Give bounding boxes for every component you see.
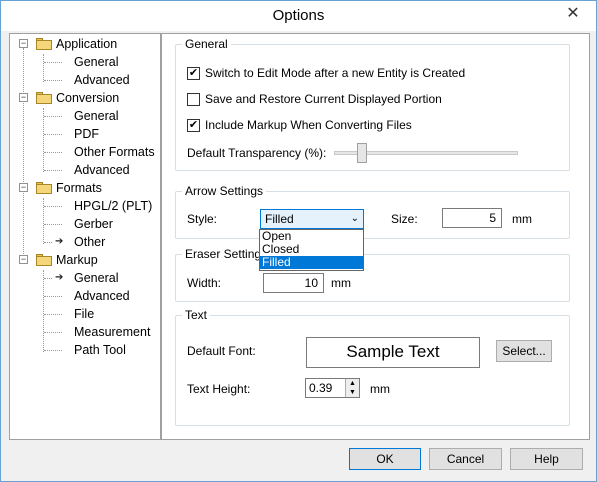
include-markup-checkbox[interactable]: ✔ bbox=[187, 119, 200, 132]
edit-mode-label: Switch to Edit Mode after a new Entity i… bbox=[205, 66, 466, 80]
save-restore-checkbox[interactable] bbox=[187, 93, 200, 106]
style-option-filled[interactable]: Filled bbox=[260, 256, 363, 269]
select-font-button[interactable]: Select... bbox=[496, 340, 552, 362]
tree-item-markup-measurement[interactable]: Measurement bbox=[74, 323, 150, 341]
tree-label: Application bbox=[56, 37, 118, 51]
folder-icon bbox=[36, 38, 52, 50]
save-restore-label: Save and Restore Current Displayed Porti… bbox=[205, 92, 442, 106]
tree-item-application-general[interactable]: General bbox=[74, 53, 118, 71]
tree-item-markup-advanced[interactable]: Advanced bbox=[74, 287, 130, 305]
tree-label: Conversion bbox=[56, 91, 120, 105]
size-label: Size: bbox=[391, 212, 418, 226]
text-height-unit: mm bbox=[370, 382, 390, 396]
options-dialog: Options ✕ − Application General Advanced… bbox=[0, 0, 597, 482]
style-select[interactable]: Filled ⌄ bbox=[260, 209, 364, 229]
arrow-settings-group: Arrow Settings Style: Filled ⌄ Size: 5 m… bbox=[175, 184, 570, 239]
tree-item-formats-gerber[interactable]: Gerber bbox=[74, 215, 113, 233]
tree-item-conversion-advanced[interactable]: Advanced bbox=[74, 161, 130, 179]
width-label: Width: bbox=[187, 276, 222, 290]
text-height-value: 0.39 bbox=[309, 381, 333, 395]
tree-item-application-advanced[interactable]: Advanced bbox=[74, 71, 130, 89]
tree-item-formats-other[interactable]: Other bbox=[74, 233, 105, 251]
tree-item-markup-file[interactable]: File bbox=[74, 305, 94, 323]
eraser-width-input[interactable]: 10 bbox=[263, 273, 324, 293]
tree-item-conversion-general[interactable]: General bbox=[74, 107, 118, 125]
tree-item-formats[interactable]: − Formats bbox=[18, 179, 158, 197]
group-title: Eraser Settings bbox=[182, 247, 271, 261]
arrow-right-icon: ➔ bbox=[55, 272, 64, 283]
group-title: Text bbox=[182, 308, 211, 322]
dialog-footer: OK Cancel Help bbox=[1, 442, 596, 481]
style-select-value: Filled bbox=[265, 212, 294, 226]
edit-mode-checkbox[interactable]: ✔ bbox=[187, 67, 200, 80]
text-height-label: Text Height: bbox=[187, 382, 251, 396]
text-settings-group: Text Default Font: Sample Text Select...… bbox=[175, 308, 570, 426]
collapse-icon[interactable]: − bbox=[19, 183, 28, 192]
options-tree: − Application General Advanced − Convers… bbox=[9, 33, 161, 440]
style-label: Style: bbox=[187, 212, 218, 226]
tree-item-conversion-pdf[interactable]: PDF bbox=[74, 125, 99, 143]
width-unit: mm bbox=[331, 276, 351, 290]
default-font-label: Default Font: bbox=[187, 344, 256, 358]
spin-down-icon[interactable]: ▼ bbox=[345, 388, 359, 397]
font-sample: Sample Text bbox=[306, 337, 480, 368]
folder-icon bbox=[36, 92, 52, 104]
tree-item-markup-path-tool[interactable]: Path Tool bbox=[74, 341, 126, 359]
collapse-icon[interactable]: − bbox=[19, 39, 28, 48]
tree-item-markup[interactable]: − Markup bbox=[18, 251, 158, 269]
tree-item-markup-general[interactable]: General bbox=[74, 269, 118, 287]
tree-item-conversion-other-formats[interactable]: Other Formats bbox=[74, 143, 155, 161]
include-markup-label: Include Markup When Converting Files bbox=[205, 118, 412, 132]
transparency-slider-thumb[interactable] bbox=[357, 143, 367, 163]
style-dropdown-list: Open Closed Filled bbox=[259, 229, 364, 271]
tree-item-formats-hpgl[interactable]: HPGL/2 (PLT) bbox=[74, 197, 152, 215]
arrow-size-input[interactable]: 5 bbox=[442, 208, 502, 228]
folder-icon bbox=[36, 182, 52, 194]
collapse-icon[interactable]: − bbox=[19, 93, 28, 102]
transparency-label: Default Transparency (%): bbox=[187, 146, 327, 160]
tree-item-application[interactable]: − Application bbox=[18, 35, 158, 53]
size-unit: mm bbox=[512, 212, 532, 226]
folder-icon bbox=[36, 254, 52, 266]
tree-item-conversion[interactable]: − Conversion bbox=[18, 89, 158, 107]
close-icon[interactable]: ✕ bbox=[558, 3, 588, 25]
chevron-down-icon: ⌄ bbox=[350, 213, 359, 224]
ok-button[interactable]: OK bbox=[349, 448, 421, 470]
cancel-button[interactable]: Cancel bbox=[429, 448, 502, 470]
general-group: General ✔ Switch to Edit Mode after a ne… bbox=[175, 37, 570, 171]
help-button[interactable]: Help bbox=[510, 448, 583, 470]
tree-label: Formats bbox=[56, 181, 102, 195]
settings-panel: General ✔ Switch to Edit Mode after a ne… bbox=[161, 33, 590, 440]
group-title: Arrow Settings bbox=[182, 184, 267, 198]
window-title: Options bbox=[272, 7, 325, 24]
group-title: General bbox=[182, 37, 231, 51]
text-height-stepper[interactable]: 0.39 ▲ ▼ bbox=[305, 378, 360, 398]
collapse-icon[interactable]: − bbox=[19, 255, 28, 264]
arrow-right-icon: ➔ bbox=[55, 236, 64, 247]
tree-label: Markup bbox=[56, 253, 98, 267]
title-bar: Options ✕ bbox=[1, 1, 596, 31]
eraser-settings-group: Eraser Settings Width: 10 mm bbox=[175, 247, 570, 302]
spin-up-icon[interactable]: ▲ bbox=[345, 379, 359, 388]
